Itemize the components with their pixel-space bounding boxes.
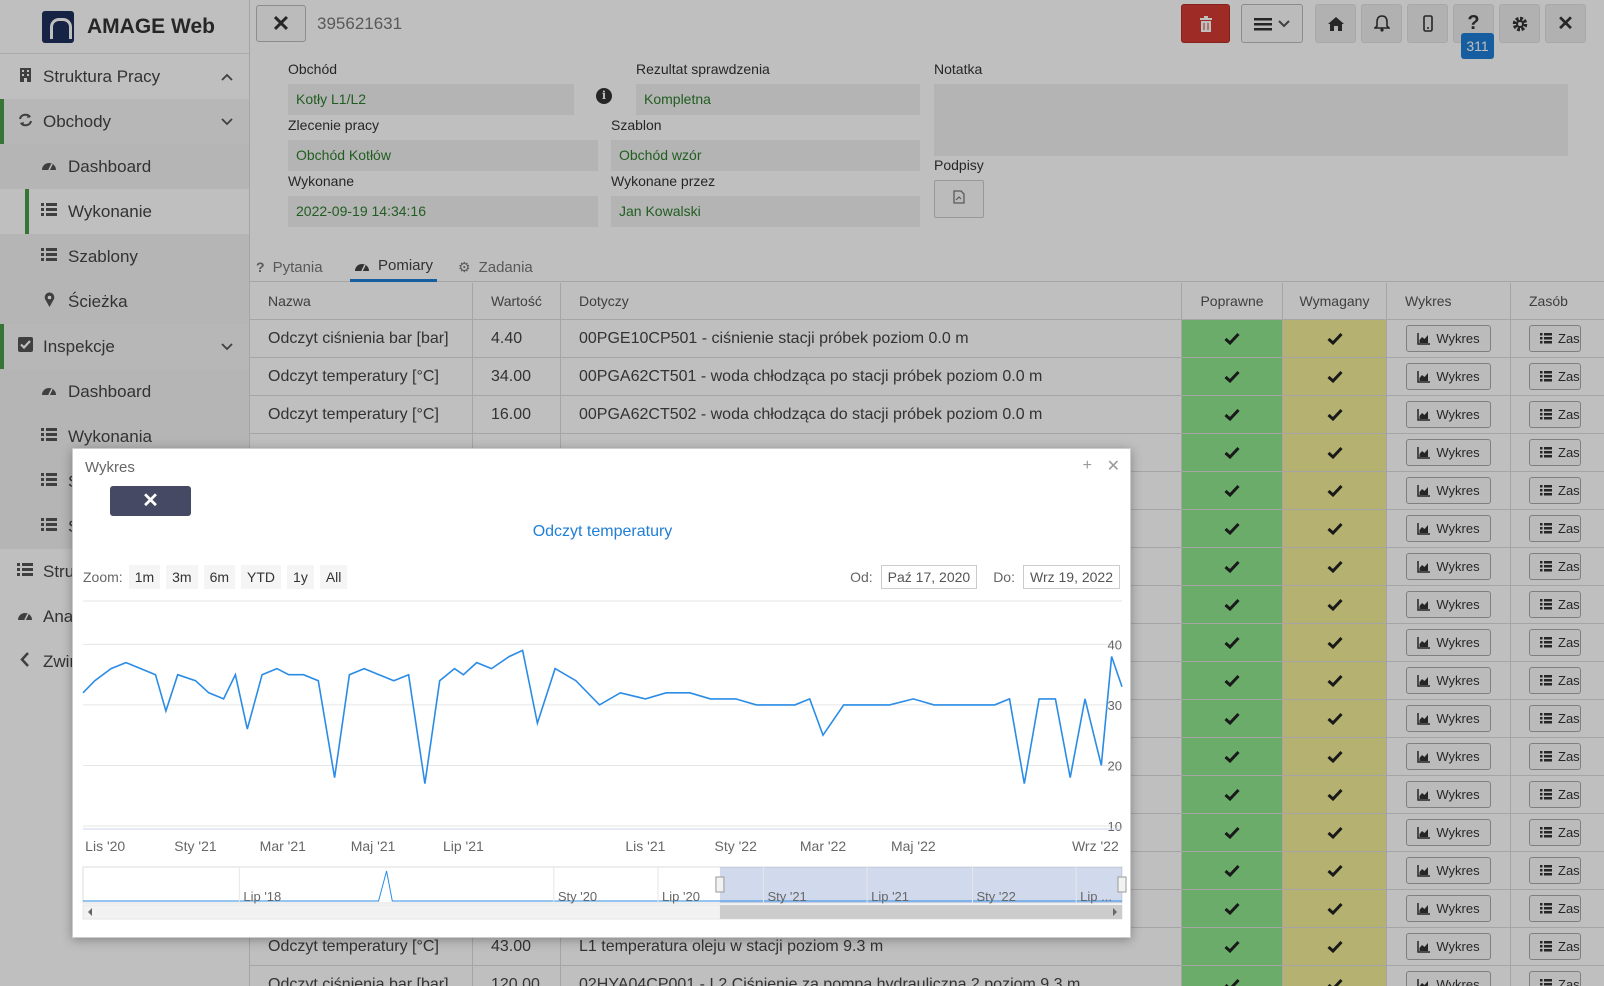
y-tick-label: 40 — [1108, 637, 1122, 652]
zoom-1m-button[interactable]: 1m — [128, 565, 161, 589]
do-label: Do: — [993, 569, 1015, 585]
navigator-handle — [1117, 876, 1127, 893]
zoom-label: Zoom: — [83, 569, 123, 585]
zoom-1y-button[interactable]: 1y — [287, 565, 314, 589]
chart-modal: Wykres + ✕ ✕ Odczyt temperatury Zoom: 1m… — [72, 448, 1131, 938]
zoom-3m-button[interactable]: 3m — [166, 565, 198, 589]
navigator-tick-label: Lip '20 — [662, 889, 700, 904]
do-input[interactable]: Wrz 19, 2022 — [1022, 565, 1120, 589]
x-tick-label: Mar '21 — [260, 838, 306, 854]
x-tick-label: Sty '21 — [174, 838, 217, 854]
date-range: Od: Paź 17, 2020 Do: Wrz 19, 2022 — [850, 565, 1120, 589]
od-label: Od: — [850, 569, 873, 585]
x-tick-label: Lis '21 — [625, 838, 665, 854]
modal-close-icon[interactable]: ✕ — [1107, 456, 1120, 476]
y-tick-label: 30 — [1108, 698, 1122, 713]
chart-title: Odczyt temperatury — [532, 523, 673, 540]
zoom-ytd-button[interactable]: YTD — [241, 565, 282, 589]
navigator-tick-label: Lip '21 — [871, 889, 909, 904]
temperature-chart[interactable]: 10 20 30 40 Lis '20 Sty '21 Mar '21 Maj '21 Lip … — [73, 599, 1132, 929]
zoom-selector: Zoom: 1m 3m 6m YTD 1y All — [83, 565, 348, 589]
zoom-all-button[interactable]: All — [319, 565, 348, 589]
navigator-tick-label: Lip ... — [1080, 889, 1112, 904]
y-tick-label: 20 — [1108, 758, 1122, 773]
x-tick-label: Lip '21 — [443, 838, 484, 854]
zoom-6m-button[interactable]: 6m — [203, 565, 236, 589]
x-tick-label: Sty '22 — [715, 838, 758, 854]
x-tick-label: Maj '22 — [891, 838, 936, 854]
navigator-handle — [715, 876, 725, 893]
modal-close-button[interactable]: ✕ — [110, 486, 191, 516]
od-input[interactable]: Paź 17, 2020 — [880, 565, 978, 589]
maximize-icon[interactable]: + — [1083, 457, 1092, 475]
navigator-tick-label: Sty '20 — [558, 889, 597, 904]
navigator-tick-label: Sty '21 — [767, 889, 806, 904]
x-tick-label: Maj '21 — [351, 838, 396, 854]
scrollbar-thumb — [719, 905, 1122, 919]
x-tick-label: Wrz '22 — [1072, 838, 1119, 854]
series-line — [82, 649, 1123, 784]
navigator-tick-label: Lip '18 — [243, 889, 281, 904]
navigator-tick-label: Sty '22 — [977, 889, 1016, 904]
modal-title: Wykres — [85, 459, 135, 476]
y-tick-label: 10 — [1108, 819, 1122, 834]
x-tick-label: Lis '20 — [85, 838, 125, 854]
x-tick-label: Mar '22 — [800, 838, 846, 854]
